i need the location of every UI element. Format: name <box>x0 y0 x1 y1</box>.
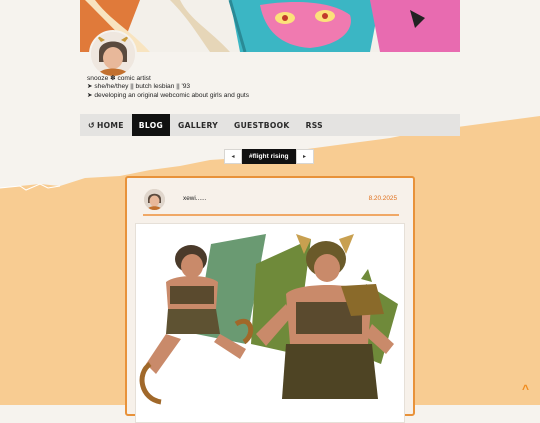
next-arrow-button[interactable]: ▸ <box>295 149 314 164</box>
header-banner <box>80 0 460 52</box>
post-artwork[interactable] <box>135 223 405 423</box>
bio-line: ➤ she/he/they || butch lesbian || '93 <box>87 83 191 91</box>
nav-blog[interactable]: BLOG <box>131 114 171 136</box>
post-divider <box>143 214 399 216</box>
post-username[interactable]: xewi...... <box>183 195 206 202</box>
scroll-to-top-icon[interactable]: ^ <box>522 382 529 396</box>
home-refresh-icon: ↺ <box>88 120 96 130</box>
tag-pager: ◂ #flight rising ▸ <box>224 149 314 164</box>
nav-guestbook[interactable]: GUESTBOOK <box>226 114 298 136</box>
post-date: 8.20.2025 <box>368 195 397 202</box>
profile-avatar[interactable] <box>89 30 137 78</box>
bio-line: ➤ developing an original webcomic about … <box>87 91 250 99</box>
banner-illustration <box>80 0 460 52</box>
prev-arrow-button[interactable]: ◂ <box>224 149 242 164</box>
bio-line: snooze ✽ comic artist <box>87 75 151 82</box>
profile-bio: snooze ✽ comic artist ➤ she/he/they || b… <box>87 75 249 100</box>
blog-post-card: xewi...... 8.20.2025 <box>125 176 415 423</box>
nav-home[interactable]: ↺ HOME <box>80 114 132 136</box>
nav-gallery[interactable]: GALLERY <box>170 114 226 136</box>
post-author-avatar[interactable] <box>144 189 165 210</box>
nav-home-label: HOME <box>97 120 124 130</box>
nav-rss[interactable]: RSS <box>298 114 331 136</box>
current-tag[interactable]: #flight rising <box>242 149 296 164</box>
main-nav: ↺ HOME BLOG GALLERY GUESTBOOK RSS <box>80 114 460 136</box>
